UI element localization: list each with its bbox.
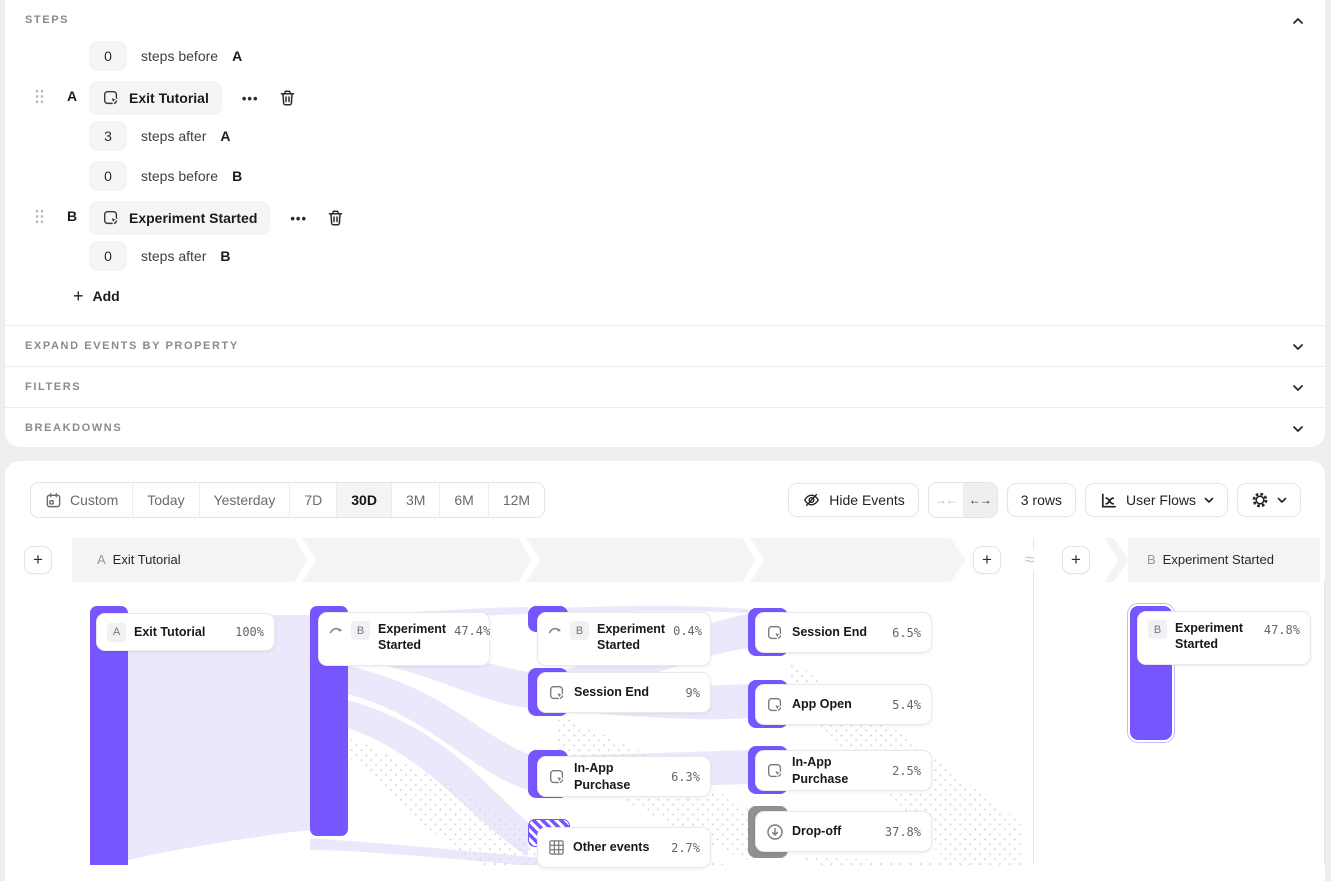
node-percent: 2.5%	[892, 764, 921, 778]
flow-node-in-app-purchase[interactable]: In-App Purchase 6.3%	[537, 756, 711, 797]
node-percent: 6.3%	[671, 770, 700, 784]
flow-node-experiment-started-04[interactable]: B Experiment Started 0.4%	[537, 612, 711, 666]
node-name: Experiment Started	[597, 621, 665, 654]
node-percent: 9%	[686, 686, 700, 700]
drop-off-icon	[766, 823, 784, 841]
node-percent: 6.5%	[892, 626, 921, 640]
node-name: Other events	[573, 839, 649, 855]
node-name: Exit Tutorial	[134, 624, 205, 640]
flow-node-other-events[interactable]: Other events 2.7%	[537, 827, 711, 868]
node-name: Experiment Started	[1175, 620, 1256, 653]
step-badge: B	[351, 621, 370, 640]
grid-icon	[548, 839, 565, 856]
cursor-click-icon	[548, 684, 566, 702]
node-percent: 2.7%	[671, 841, 700, 855]
node-percent: 47.8%	[1264, 623, 1300, 637]
flow-node-app-open[interactable]: App Open 5.4%	[755, 684, 932, 725]
cursor-click-icon	[766, 624, 784, 642]
flow-node-experiment-started-47[interactable]: B Experiment Started 47.4%	[318, 612, 490, 666]
node-name: Session End	[792, 624, 867, 640]
node-percent: 5.4%	[892, 698, 921, 712]
node-name: In-App Purchase	[792, 754, 884, 787]
flow-node-exit-tutorial[interactable]: A Exit Tutorial 100%	[96, 613, 275, 651]
node-percent: 37.8%	[885, 825, 921, 839]
node-percent: 0.4%	[673, 624, 702, 638]
flow-node-in-app-purchase-2[interactable]: In-App Purchase 2.5%	[755, 750, 932, 791]
node-name: Experiment Started	[378, 621, 446, 654]
node-name: In-App Purchase	[574, 760, 663, 793]
flow-break-approx-icon: ≈	[1021, 550, 1038, 570]
node-percent: 100%	[235, 625, 264, 639]
node-name: App Open	[792, 696, 852, 712]
node-name: Drop-off	[792, 823, 841, 839]
step-badge: B	[1148, 620, 1167, 639]
flow-node-session-end-2[interactable]: Session End 6.5%	[755, 612, 932, 653]
step-badge: A	[107, 623, 126, 642]
node-percent: 47.4%	[454, 624, 490, 638]
continue-arrow-icon	[329, 624, 343, 636]
flow-node-drop-off[interactable]: Drop-off 37.8%	[755, 811, 932, 852]
cursor-click-icon	[766, 762, 784, 780]
node-name: Session End	[574, 684, 649, 700]
cursor-click-icon	[766, 696, 784, 714]
step-badge: B	[570, 621, 589, 640]
flow-node-experiment-started-b[interactable]: B Experiment Started 47.8%	[1137, 611, 1311, 665]
flow-node-session-end[interactable]: Session End 9%	[537, 672, 711, 713]
cursor-click-icon	[548, 768, 566, 786]
continue-arrow-icon	[548, 624, 562, 636]
